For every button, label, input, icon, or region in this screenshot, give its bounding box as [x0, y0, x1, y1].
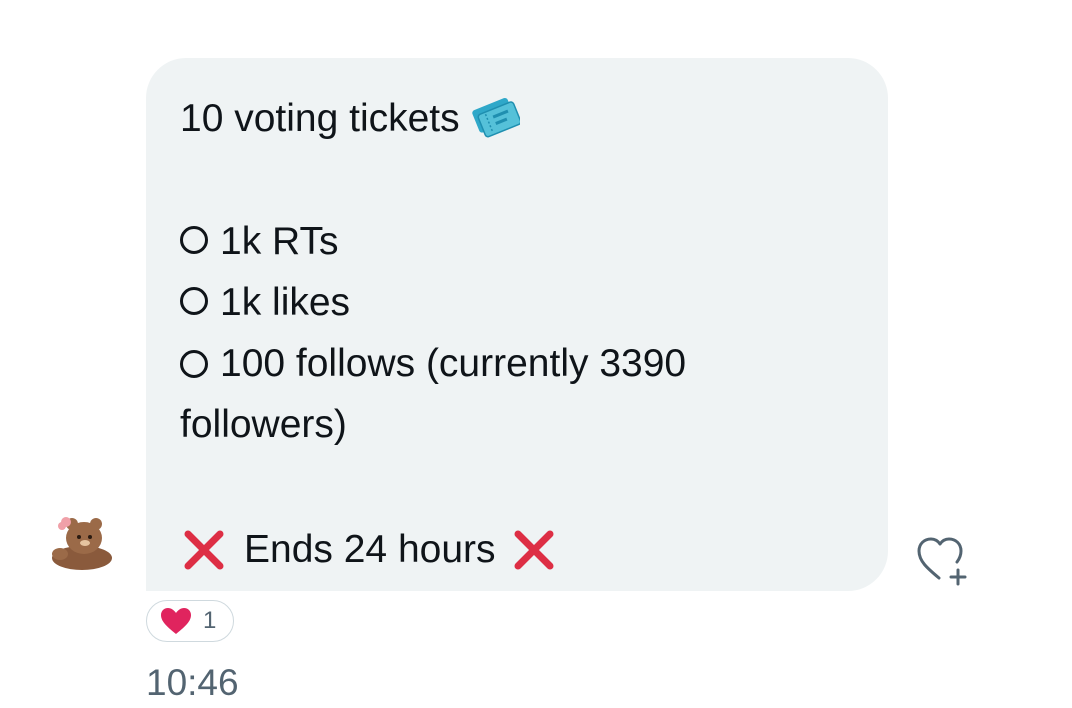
option-label: 1k RTs — [220, 220, 339, 263]
add-reaction-button[interactable] — [913, 532, 979, 588]
ticket-icon — [470, 97, 522, 141]
option-row: 100 follows (currently 3390 followers) — [180, 333, 820, 455]
radio-circle-icon — [180, 286, 208, 315]
option-row: 1k RTs — [180, 211, 854, 272]
cross-mark-icon — [180, 526, 228, 574]
option-row: 1k likes — [180, 272, 854, 333]
avatar[interactable] — [48, 512, 116, 572]
cross-mark-icon — [510, 526, 558, 574]
dm-conversation: 10 voting tickets 1k RTs 1k likes 100 fo… — [0, 0, 1072, 708]
message-timestamp: 10:46 — [146, 662, 239, 703]
radio-circle-icon — [180, 225, 208, 254]
option-label: 1k likes — [220, 281, 351, 324]
radio-circle-icon — [180, 349, 208, 378]
message-title: 10 voting tickets — [180, 97, 460, 140]
message-bubble[interactable]: 10 voting tickets 1k RTs 1k likes 100 fo… — [146, 58, 888, 591]
reaction-badge[interactable]: 1 — [146, 600, 234, 642]
message-footer-line: Ends 24 hours — [180, 519, 854, 580]
option-label: 100 follows (currently 3390 followers) — [180, 342, 687, 446]
message-footer: Ends 24 hours — [244, 528, 496, 571]
heart-icon — [161, 608, 191, 634]
message-title-line: 10 voting tickets — [180, 88, 854, 149]
reaction-count: 1 — [203, 607, 217, 634]
